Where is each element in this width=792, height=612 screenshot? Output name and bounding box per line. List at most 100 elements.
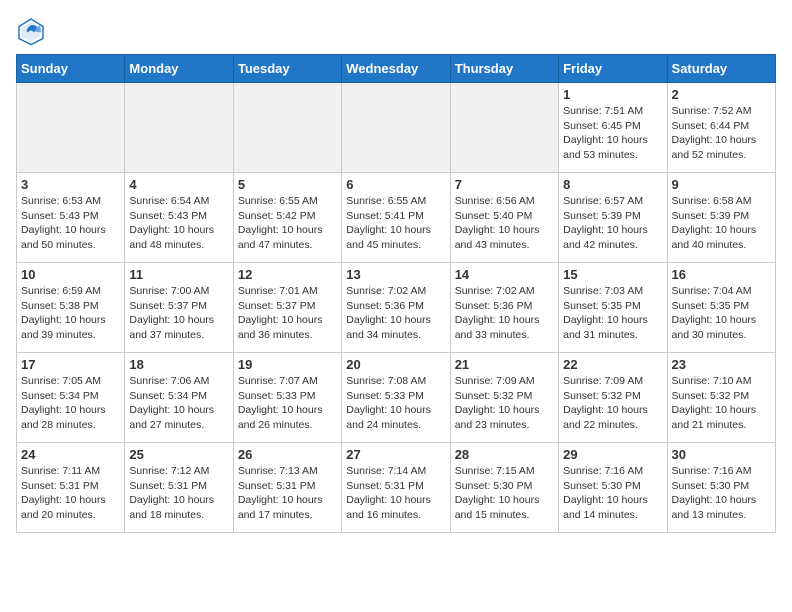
day-info: Sunrise: 7:51 AM Sunset: 6:45 PM Dayligh…: [563, 104, 662, 163]
calendar-cell: [450, 83, 558, 173]
calendar-cell: 14 Sunrise: 7:02 AM Sunset: 5:36 PM Dayli…: [450, 263, 558, 353]
day-info: Sunrise: 7:04 AM Sunset: 5:35 PM Dayligh…: [672, 284, 771, 343]
day-number: 13: [346, 267, 445, 282]
day-info: Sunrise: 7:12 AM Sunset: 5:31 PM Dayligh…: [129, 464, 228, 523]
day-number: 20: [346, 357, 445, 372]
calendar-cell: 24 Sunrise: 7:11 AM Sunset: 5:31 PM Dayli…: [17, 443, 125, 533]
calendar-week-row: 3 Sunrise: 6:53 AM Sunset: 5:43 PM Daylig…: [17, 173, 776, 263]
day-number: 14: [455, 267, 554, 282]
day-info: Sunrise: 6:53 AM Sunset: 5:43 PM Dayligh…: [21, 194, 120, 253]
calendar-cell: 18 Sunrise: 7:06 AM Sunset: 5:34 PM Dayli…: [125, 353, 233, 443]
day-number: 22: [563, 357, 662, 372]
day-info: Sunrise: 7:15 AM Sunset: 5:30 PM Dayligh…: [455, 464, 554, 523]
day-number: 12: [238, 267, 337, 282]
calendar-cell: 2Sunrise: 7:52 AM Sunset: 6:44 PM Daylig…: [667, 83, 775, 173]
day-number: 26: [238, 447, 337, 462]
calendar-cell: [233, 83, 341, 173]
calendar-cell: 26 Sunrise: 7:13 AM Sunset: 5:31 PM Dayli…: [233, 443, 341, 533]
day-info: Sunrise: 6:54 AM Sunset: 5:43 PM Dayligh…: [129, 194, 228, 253]
day-number: 2: [672, 87, 771, 102]
calendar-cell: 1 Sunrise: 7:51 AM Sunset: 6:45 PM Daylig…: [559, 83, 667, 173]
calendar-week-row: 1 Sunrise: 7:51 AM Sunset: 6:45 PM Daylig…: [17, 83, 776, 173]
day-number: 11: [129, 267, 228, 282]
calendar-week-row: 17 Sunrise: 7:05 AM Sunset: 5:34 PM Dayli…: [17, 353, 776, 443]
day-info: Sunrise: 6:59 AM Sunset: 5:38 PM Dayligh…: [21, 284, 120, 343]
calendar-cell: 10Sunrise: 6:59 AM Sunset: 5:38 PM Dayli…: [17, 263, 125, 353]
day-info: Sunrise: 7:07 AM Sunset: 5:33 PM Dayligh…: [238, 374, 337, 433]
day-number: 29: [563, 447, 662, 462]
day-number: 18: [129, 357, 228, 372]
calendar-cell: 28Sunrise: 7:15 AM Sunset: 5:30 PM Dayli…: [450, 443, 558, 533]
day-info: Sunrise: 7:16 AM Sunset: 5:30 PM Dayligh…: [563, 464, 662, 523]
day-info: Sunrise: 7:05 AM Sunset: 5:34 PM Dayligh…: [21, 374, 120, 433]
day-number: 23: [672, 357, 771, 372]
day-number: 7: [455, 177, 554, 192]
day-info: Sunrise: 7:02 AM Sunset: 5:36 PM Dayligh…: [455, 284, 554, 343]
calendar-cell: 12 Sunrise: 7:01 AM Sunset: 5:37 PM Dayli…: [233, 263, 341, 353]
logo: [16, 16, 50, 46]
day-info: Sunrise: 7:09 AM Sunset: 5:32 PM Dayligh…: [455, 374, 554, 433]
weekday-header: Sunday: [17, 55, 125, 83]
weekday-header: Wednesday: [342, 55, 450, 83]
day-info: Sunrise: 6:58 AM Sunset: 5:39 PM Dayligh…: [672, 194, 771, 253]
day-info: Sunrise: 7:01 AM Sunset: 5:37 PM Dayligh…: [238, 284, 337, 343]
calendar-cell: 29 Sunrise: 7:16 AM Sunset: 5:30 PM Dayli…: [559, 443, 667, 533]
calendar-cell: 6 Sunrise: 6:55 AM Sunset: 5:41 PM Daylig…: [342, 173, 450, 263]
day-number: 6: [346, 177, 445, 192]
day-number: 4: [129, 177, 228, 192]
day-info: Sunrise: 7:14 AM Sunset: 5:31 PM Dayligh…: [346, 464, 445, 523]
calendar-cell: 9 Sunrise: 6:58 AM Sunset: 5:39 PM Daylig…: [667, 173, 775, 263]
calendar-cell: [17, 83, 125, 173]
calendar-cell: 19 Sunrise: 7:07 AM Sunset: 5:33 PM Dayli…: [233, 353, 341, 443]
weekday-header: Friday: [559, 55, 667, 83]
day-number: 17: [21, 357, 120, 372]
calendar-header-row: SundayMondayTuesdayWednesdayThursdayFrid…: [17, 55, 776, 83]
calendar-table: SundayMondayTuesdayWednesdayThursdayFrid…: [16, 54, 776, 533]
calendar-cell: 5 Sunrise: 6:55 AM Sunset: 5:42 PM Daylig…: [233, 173, 341, 263]
day-info: Sunrise: 7:03 AM Sunset: 5:35 PM Dayligh…: [563, 284, 662, 343]
day-info: Sunrise: 6:56 AM Sunset: 5:40 PM Dayligh…: [455, 194, 554, 253]
day-info: Sunrise: 6:55 AM Sunset: 5:42 PM Dayligh…: [238, 194, 337, 253]
calendar-cell: 30Sunrise: 7:16 AM Sunset: 5:30 PM Dayli…: [667, 443, 775, 533]
day-info: Sunrise: 7:06 AM Sunset: 5:34 PM Dayligh…: [129, 374, 228, 433]
calendar-cell: 15Sunrise: 7:03 AM Sunset: 5:35 PM Dayli…: [559, 263, 667, 353]
day-number: 30: [672, 447, 771, 462]
day-number: 8: [563, 177, 662, 192]
day-number: 25: [129, 447, 228, 462]
day-info: Sunrise: 7:02 AM Sunset: 5:36 PM Dayligh…: [346, 284, 445, 343]
calendar-cell: 25 Sunrise: 7:12 AM Sunset: 5:31 PM Dayli…: [125, 443, 233, 533]
day-info: Sunrise: 7:13 AM Sunset: 5:31 PM Dayligh…: [238, 464, 337, 523]
calendar-cell: 3 Sunrise: 6:53 AM Sunset: 5:43 PM Daylig…: [17, 173, 125, 263]
day-number: 9: [672, 177, 771, 192]
day-info: Sunrise: 6:57 AM Sunset: 5:39 PM Dayligh…: [563, 194, 662, 253]
calendar-cell: 22 Sunrise: 7:09 AM Sunset: 5:32 PM Dayli…: [559, 353, 667, 443]
page-header: [16, 16, 776, 46]
calendar-cell: [342, 83, 450, 173]
day-number: 27: [346, 447, 445, 462]
day-number: 16: [672, 267, 771, 282]
day-number: 24: [21, 447, 120, 462]
day-info: Sunrise: 7:10 AM Sunset: 5:32 PM Dayligh…: [672, 374, 771, 433]
day-info: Sunrise: 7:09 AM Sunset: 5:32 PM Dayligh…: [563, 374, 662, 433]
calendar-cell: 7 Sunrise: 6:56 AM Sunset: 5:40 PM Daylig…: [450, 173, 558, 263]
calendar-cell: [125, 83, 233, 173]
calendar-cell: 8 Sunrise: 6:57 AM Sunset: 5:39 PM Daylig…: [559, 173, 667, 263]
day-info: Sunrise: 6:55 AM Sunset: 5:41 PM Dayligh…: [346, 194, 445, 253]
day-number: 5: [238, 177, 337, 192]
day-info: Sunrise: 7:00 AM Sunset: 5:37 PM Dayligh…: [129, 284, 228, 343]
weekday-header: Thursday: [450, 55, 558, 83]
day-number: 19: [238, 357, 337, 372]
calendar-cell: 4 Sunrise: 6:54 AM Sunset: 5:43 PM Daylig…: [125, 173, 233, 263]
calendar-cell: 11 Sunrise: 7:00 AM Sunset: 5:37 PM Dayli…: [125, 263, 233, 353]
calendar-cell: 20Sunrise: 7:08 AM Sunset: 5:33 PM Dayli…: [342, 353, 450, 443]
calendar-week-row: 10Sunrise: 6:59 AM Sunset: 5:38 PM Dayli…: [17, 263, 776, 353]
weekday-header: Monday: [125, 55, 233, 83]
day-number: 1: [563, 87, 662, 102]
logo-icon: [16, 16, 46, 46]
calendar-cell: 23 Sunrise: 7:10 AM Sunset: 5:32 PM Dayli…: [667, 353, 775, 443]
calendar-cell: 27 Sunrise: 7:14 AM Sunset: 5:31 PM Dayli…: [342, 443, 450, 533]
day-number: 3: [21, 177, 120, 192]
calendar-week-row: 24 Sunrise: 7:11 AM Sunset: 5:31 PM Dayli…: [17, 443, 776, 533]
day-number: 21: [455, 357, 554, 372]
day-info: Sunrise: 7:11 AM Sunset: 5:31 PM Dayligh…: [21, 464, 120, 523]
